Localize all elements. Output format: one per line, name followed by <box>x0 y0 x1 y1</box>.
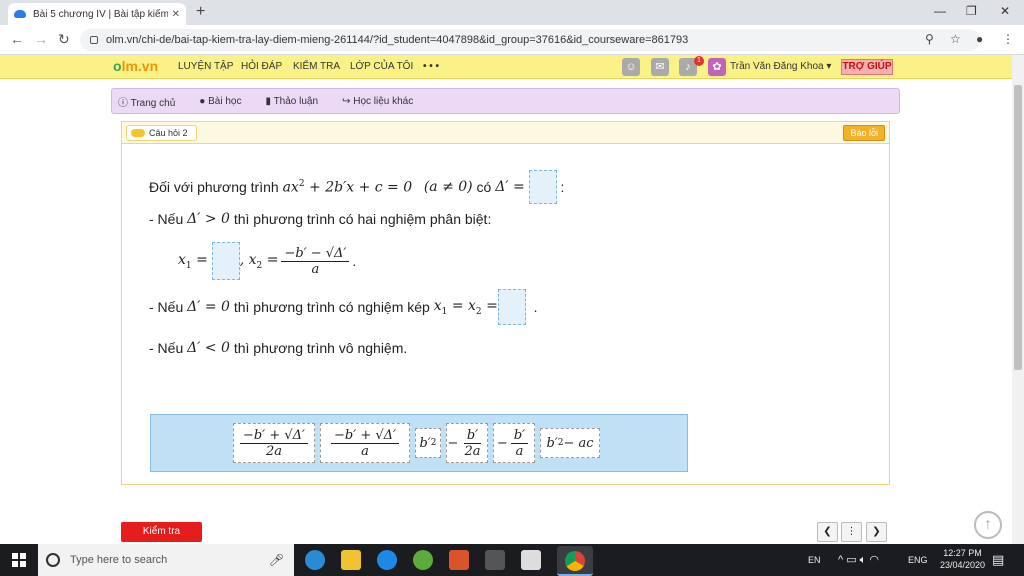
action-center-icon[interactable]: ▤ <box>992 552 1004 568</box>
menu-kiem-tra[interactable]: KIỂM TRA <box>293 61 340 72</box>
subnav-discussion[interactable]: ▮ Thảo luận <box>265 96 330 107</box>
browser-tab-bar: Bài 5 chương IV | Bài tập kiểm tra ✕ + —… <box>0 0 1024 25</box>
taskbar-search[interactable]: Type here to search 🎤︎ <box>38 544 294 576</box>
reload-icon[interactable]: ↻ <box>58 31 70 48</box>
minimize-icon[interactable]: — <box>934 4 946 18</box>
friends-icon[interactable]: ☺ <box>622 58 640 76</box>
question-line-2: - Nếu Δ′ > 0 thì phương trình có hai ngh… <box>149 211 492 227</box>
zoom-icon[interactable]: ⚲ <box>925 32 934 46</box>
cortana-icon[interactable] <box>305 550 325 570</box>
search-placeholder: Type here to search <box>70 554 168 566</box>
forward-icon[interactable]: → <box>34 31 48 47</box>
chrome-taskbar-button[interactable] <box>557 546 593 576</box>
answer-chip-3[interactable]: b′ 2 <box>415 428 441 458</box>
answer-bank: −b′ + √Δ′ 2a −b′ + √Δ′ a b′ 2 − b′ 2a − b′ a b′… <box>150 414 688 472</box>
tray-icons[interactable]: ^ ▭ 🔈︎ ◠ <box>838 553 879 567</box>
star-icon[interactable]: ☆ <box>950 32 961 46</box>
browser-tab[interactable]: Bài 5 chương IV | Bài tập kiểm tra ✕ <box>8 3 186 25</box>
question-header: Câu hỏi 2 Báo lỗi <box>122 122 889 144</box>
language-indicator[interactable]: EN <box>808 555 821 565</box>
scroll-top-icon[interactable]: ↑ <box>974 511 1002 539</box>
url-text: olm.vn/chi-de/bai-tap-kiem-tra-lay-diem-… <box>106 34 689 46</box>
answer-chip-1[interactable]: −b′ + √Δ′ 2a <box>233 423 315 463</box>
profile-icon[interactable]: ● <box>976 32 983 46</box>
answer-chip-6[interactable]: b′ 2 − ac <box>540 428 600 458</box>
answer-chip-2[interactable]: −b′ + √Δ′ a <box>320 423 410 463</box>
search-icon <box>46 553 60 567</box>
answer-chip-4[interactable]: − b′ 2a <box>446 423 488 463</box>
answer-drop-double[interactable] <box>497 289 526 325</box>
input-language[interactable]: ENG <box>908 555 928 565</box>
sub-navigation: ⓘ Trang chủ ● Bài học ▮ Thảo luận ↪ Học … <box>111 88 900 114</box>
menu-luyen-tap[interactable]: LUYỆN TẬP <box>178 61 233 72</box>
restore-icon[interactable]: ❐ <box>966 4 977 18</box>
question-line-5: - Nếu Δ′ < 0 thì phương trình vô nghiệm. <box>149 340 408 356</box>
windows-taskbar: Type here to search 🎤︎ EN ^ ▭ 🔈︎ ◠ ENG 1… <box>0 544 1024 576</box>
lock-icon <box>90 36 98 44</box>
cloud-icon <box>14 10 26 18</box>
avatar[interactable]: ✿ <box>708 58 726 76</box>
question-list-button[interactable]: ⋮ <box>841 522 862 542</box>
address-bar: ← → ↻ olm.vn/chi-de/bai-tap-kiem-tra-lay… <box>0 25 1024 55</box>
tab-title: Bài 5 chương IV | Bài tập kiểm tra <box>33 8 168 20</box>
file-explorer-icon[interactable] <box>341 550 361 570</box>
menu-hoi-dap[interactable]: HỎI ĐÁP <box>241 61 282 72</box>
question-card: Câu hỏi 2 Báo lỗi Đối với phương trình a… <box>121 121 890 485</box>
clock[interactable]: 12:27 PM 23/04/2020 <box>940 548 985 570</box>
scroll-thumb[interactable] <box>1014 85 1022 370</box>
omnibox[interactable]: olm.vn/chi-de/bai-tap-kiem-tra-lay-diem-… <box>80 29 980 51</box>
subnav-lesson[interactable]: ● Bài học <box>199 96 253 107</box>
notification-badge: 1 <box>694 56 704 66</box>
user-menu[interactable]: Trần Văn Đăng Khoa ▾ <box>730 61 831 72</box>
windows-start-icon[interactable] <box>12 553 26 567</box>
store-icon[interactable] <box>485 550 505 570</box>
menu-kebab-icon[interactable]: ⋮ <box>1002 32 1014 46</box>
site-logo[interactable]: olm.vn <box>113 58 158 74</box>
help-button[interactable]: TRỢ GIÚP <box>841 59 893 75</box>
edge-icon[interactable] <box>377 550 397 570</box>
site-header: olm.vn LUYỆN TẬP HỎI ĐÁP KIỂM TRA LỚP CỦ… <box>0 55 1012 79</box>
report-button[interactable]: Báo lỗi <box>843 125 885 141</box>
app-green-icon[interactable] <box>413 550 433 570</box>
answer-chip-5[interactable]: − b′ a <box>493 423 535 463</box>
question-line-1: Đối với phương trình ax2 + 2b′x + c = 0 … <box>149 170 564 204</box>
next-question-button[interactable]: ❯ <box>866 522 887 542</box>
new-tab-icon[interactable]: + <box>196 3 205 21</box>
mail-icon[interactable] <box>521 550 541 570</box>
answer-drop-x1[interactable] <box>211 242 240 280</box>
cloud-icon <box>131 129 145 137</box>
menu-lop-cua-toi[interactable]: LỚP CỦA TÔI <box>350 61 413 72</box>
page-scrollbar[interactable] <box>1012 55 1024 544</box>
formula-x2: −b′ − √Δ′ a <box>281 246 350 277</box>
window-close-icon[interactable]: ✕ <box>1000 4 1010 18</box>
subnav-materials[interactable]: ↪ Học liệu khác <box>342 96 425 107</box>
back-icon[interactable]: ← <box>10 31 24 47</box>
close-icon[interactable]: ✕ <box>172 9 180 20</box>
menu-more[interactable]: • • • <box>423 61 439 72</box>
question-line-3: x1 = , x2 = −b′ − √Δ′ a . <box>178 242 356 280</box>
check-button[interactable]: Kiểm tra <box>121 522 202 542</box>
powerpoint-icon[interactable] <box>449 550 469 570</box>
subnav-home[interactable]: ⓘ Trang chủ <box>118 94 187 109</box>
question-tag: Câu hỏi 2 <box>126 125 197 141</box>
microphone-icon[interactable]: 🎤︎ <box>269 553 284 567</box>
prev-question-button[interactable]: ❮ <box>817 522 838 542</box>
chat-icon[interactable]: ✉ <box>651 58 669 76</box>
question-line-4: - Nếu Δ′ = 0 thì phương trình có nghiệm … <box>149 289 538 325</box>
answer-drop-delta[interactable] <box>528 170 557 204</box>
